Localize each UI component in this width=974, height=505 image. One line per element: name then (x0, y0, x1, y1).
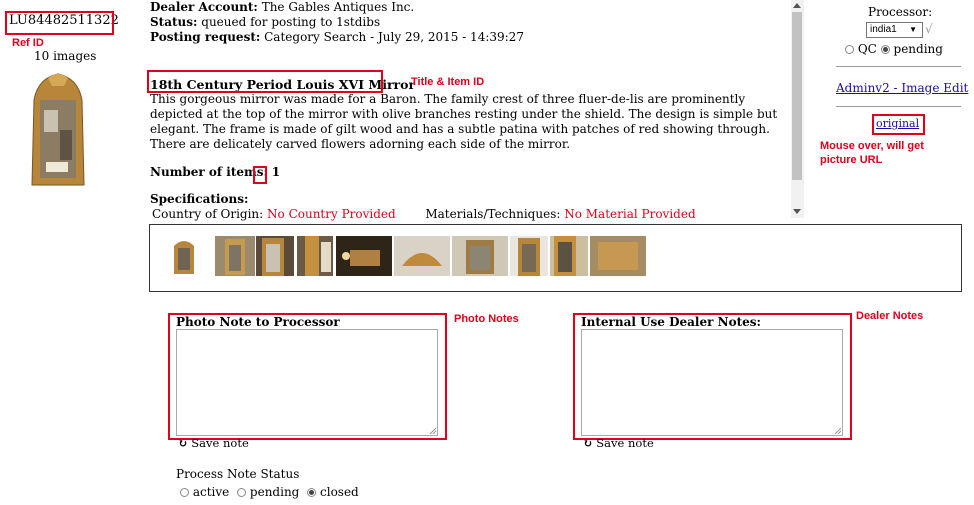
materials-value: No Material Provided (564, 207, 696, 221)
number-of-items-label: Number of items: (150, 165, 268, 179)
save-photo-note-button[interactable]: ↻ Save note (178, 436, 249, 450)
annotation-mouse-over: Mouse over, will get picture URL (820, 140, 924, 166)
images-count: 10 images (34, 49, 97, 63)
resize-grip-icon[interactable] (835, 428, 841, 434)
process-note-status-label: Process Note Status (176, 467, 300, 481)
status-label: Status: (150, 15, 198, 29)
radio-status-pending[interactable] (237, 488, 247, 497)
radio-pending-label: pending (893, 42, 943, 56)
country-label: Country of Origin: (152, 207, 264, 221)
gallery-thumbnail[interactable] (590, 236, 646, 276)
radio-qc-label: QC (857, 42, 877, 56)
country-value: No Country Provided (267, 207, 396, 221)
original-highlight (872, 114, 925, 135)
process-note-status-radios: active pending closed (180, 485, 359, 499)
radio-closed[interactable] (307, 488, 317, 497)
number-of-items-value: 1 (271, 165, 281, 179)
gallery-thumbnail[interactable] (336, 236, 392, 276)
posting-request-label: Posting request: (150, 30, 261, 44)
save-photo-note-label: Save note (191, 436, 249, 450)
dealer-note-textarea[interactable] (581, 329, 843, 436)
save-dealer-note-label: Save note (596, 436, 654, 450)
chevron-down-icon: ▼ (909, 25, 917, 34)
main-thumbnail[interactable] (28, 70, 88, 190)
refresh-icon: ↻ (178, 436, 188, 450)
materials-label: Materials/Techniques: (425, 207, 561, 221)
title-highlight (147, 70, 383, 93)
gallery-thumbnail[interactable] (510, 236, 548, 276)
photo-note-label: Photo Note to Processor (176, 315, 340, 329)
resize-grip-icon[interactable] (430, 428, 436, 434)
status-value: queued for posting to 1stdibs (201, 15, 381, 29)
radio-pending[interactable] (880, 45, 890, 54)
radio-qc[interactable] (845, 45, 854, 54)
processor-label: Processor: (868, 5, 933, 19)
annotation-photo-notes: Photo Notes (454, 313, 519, 325)
item-id-highlight (253, 166, 267, 184)
specifications-label: Specifications: (150, 192, 249, 206)
details-scrollbar-thumb[interactable] (792, 12, 802, 180)
gallery-thumbnail[interactable] (215, 236, 255, 276)
image-edit-link[interactable]: Adminv2 - Image Edit (836, 81, 968, 95)
image-gallery (149, 224, 962, 292)
radio-active-label: active (192, 485, 230, 499)
item-details: Dealer Account: The Gables Antiques Inc.… (150, 0, 790, 222)
annotation-title-item: Title & Item ID (411, 76, 485, 88)
gallery-thumbnail[interactable] (550, 236, 588, 276)
dealer-account-value: The Gables Antiques Inc. (261, 0, 415, 14)
scroll-down-icon[interactable] (793, 209, 801, 214)
scroll-up-icon[interactable] (793, 3, 801, 8)
gallery-thumbnail[interactable] (452, 236, 508, 276)
posting-request-value: Category Search - July 29, 2015 - 14:39:… (264, 30, 524, 44)
dealer-note-label: Internal Use Dealer Notes: (581, 315, 761, 329)
tick-icon: √ (925, 22, 933, 36)
gallery-thumbnail[interactable] (394, 236, 450, 276)
processor-select[interactable]: india1 ▼ (866, 22, 923, 38)
divider (836, 106, 961, 107)
ref-id-highlight (5, 11, 114, 35)
item-description: This gorgeous mirror was made for a Baro… (150, 92, 778, 151)
dealer-account-label: Dealer Account: (150, 0, 258, 14)
gallery-thumbnail[interactable] (256, 236, 294, 276)
annotation-ref-id: Ref ID (12, 37, 44, 49)
refresh-icon: ↻ (583, 436, 593, 450)
gallery-thumbnail[interactable] (171, 236, 197, 276)
radio-active[interactable] (180, 488, 189, 497)
save-dealer-note-button[interactable]: ↻ Save note (583, 436, 654, 450)
annotation-dealer-notes: Dealer Notes (856, 310, 924, 322)
gallery-thumbnail[interactable] (297, 236, 333, 276)
radio-status-pending-label: pending (249, 485, 300, 499)
qc-status-radios: QC pending (845, 42, 943, 56)
radio-closed-label: closed (320, 485, 359, 499)
processor-selected-value: india1 (870, 24, 897, 35)
divider (836, 66, 961, 67)
photo-note-textarea[interactable] (176, 329, 438, 436)
